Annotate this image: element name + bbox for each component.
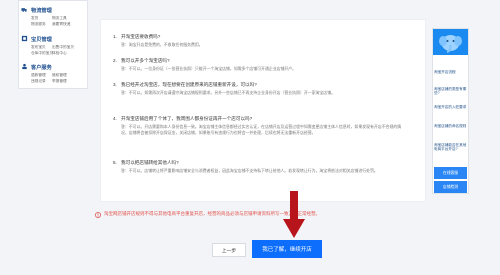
faq-question: 开淘宝店铺后用了个体了，我周围人都身份证再开一个店可以吗? <box>121 116 253 121</box>
shop-check-button[interactable]: 店铺检测 <box>434 181 467 193</box>
prev-button[interactable]: 上一步 <box>212 243 246 257</box>
menu-link-publish[interactable]: 发布宝贝 <box>31 45 46 50</box>
truck-icon <box>21 8 27 12</box>
online-service-button[interactable]: 在线客服 <box>434 167 467 179</box>
menu-link-service[interactable]: 物流服务 <box>31 22 46 27</box>
menu-link-warehouse[interactable]: 仓库中的宝贝 <box>31 51 53 56</box>
menu-link-report[interactable]: 举报管理 <box>52 79 67 84</box>
help-link[interactable]: 淘宝店铺的类型有哪些? <box>434 87 467 95</box>
red-arrow-icon <box>283 191 305 238</box>
help-link[interactable]: 淘宝开店流程 <box>434 70 467 74</box>
notice-bar: 淘宝网店铺开店规则不得与其他电商平台重复开店，经营的商品必须与店铺申请资料所写一… <box>95 211 425 219</box>
help-link[interactable]: 淘宝开店的入驻要求 <box>434 105 467 109</box>
menu-title-logistics[interactable]: 物流管理 <box>31 7 52 14</box>
help-link[interactable]: 淘宝店铺的命名规则 <box>434 124 467 128</box>
menu-link-express[interactable]: 我要寄快递 <box>52 22 70 27</box>
faq-answer: 答：淘宝开店是免费的，不收取任何服务费用。 <box>121 42 203 47</box>
faq-number: 1. <box>113 34 117 39</box>
faq-question: 我可以把店铺转给其他人吗? <box>121 160 179 165</box>
left-sidebar: 物流管理 发货 物流工具 物流服务 我要寄快递 宝贝管理 发布宝贝 出售中的宝贝… <box>18 0 88 89</box>
faq-number: 5. <box>113 160 117 165</box>
menu-link-violation[interactable]: 违规记录 <box>31 79 46 84</box>
menu-link-selling[interactable]: 出售中的宝贝 <box>52 45 74 50</box>
menu-link-check[interactable]: 体检中心 <box>52 51 67 56</box>
help-header <box>433 29 468 55</box>
menu-link-tools[interactable]: 物流工具 <box>52 16 67 21</box>
elephant-icon <box>439 35 462 53</box>
faq-question: 我可以开多个淘宝店吗? <box>121 58 170 63</box>
continue-button[interactable]: 我已了解，继续开店 <box>252 240 322 258</box>
faq-question: 开淘宝店要收费吗? <box>121 34 161 39</box>
warning-icon <box>95 211 101 218</box>
faq-number: 2. <box>113 58 117 63</box>
right-help-panel: 淘宝开店流程 淘宝店铺的类型有哪些? 淘宝开店的入驻要求 淘宝店铺的命名规则 淘… <box>432 28 469 194</box>
faq-number: 3. <box>113 82 117 87</box>
menu-link-refund[interactable]: 退款管理 <box>31 73 46 78</box>
item-icon <box>21 35 28 42</box>
help-link[interactable]: 淘宝店铺能否在其他电商平台开店? <box>434 143 467 151</box>
faq-answer: 答：不可以。一位身份证（一张营业执照）只能开一个淘宝店铺，如需多个店铺可开通企业… <box>121 66 297 71</box>
menu-title-items[interactable]: 宝贝管理 <box>31 36 52 43</box>
menu-title-customer[interactable]: 客户服务 <box>31 64 52 71</box>
faq-question: 我已经开过淘宝店，现在想要在创建原来的店铺重新开设，可以吗? <box>121 82 257 87</box>
menu-link-rights[interactable]: 维权管理 <box>52 73 67 78</box>
faq-answer: 答：不可以。开店需要和本人身份信息一致。淘宝店铺主体信息都经过实名认证，在店铺开… <box>121 124 402 135</box>
faq-answer: 答：不可以。店铺转让将严重影响店铺安全与消费者权益，因此淘宝店铺不支持私下转让给… <box>121 168 378 173</box>
faq-number: 4. <box>113 116 117 121</box>
faq-panel: 1. 开淘宝店要收费吗? 答：淘宝开店是免费的，不收取任何服务费用。 2. 我可… <box>100 19 426 202</box>
faq-answer: 答：不可以。如需再次开店请遵守淘宝店铺规则要求。另外一些店铺已不再支持企业身份开… <box>121 90 335 95</box>
customer-icon <box>22 63 27 70</box>
menu-link-ship[interactable]: 发货 <box>31 16 38 21</box>
